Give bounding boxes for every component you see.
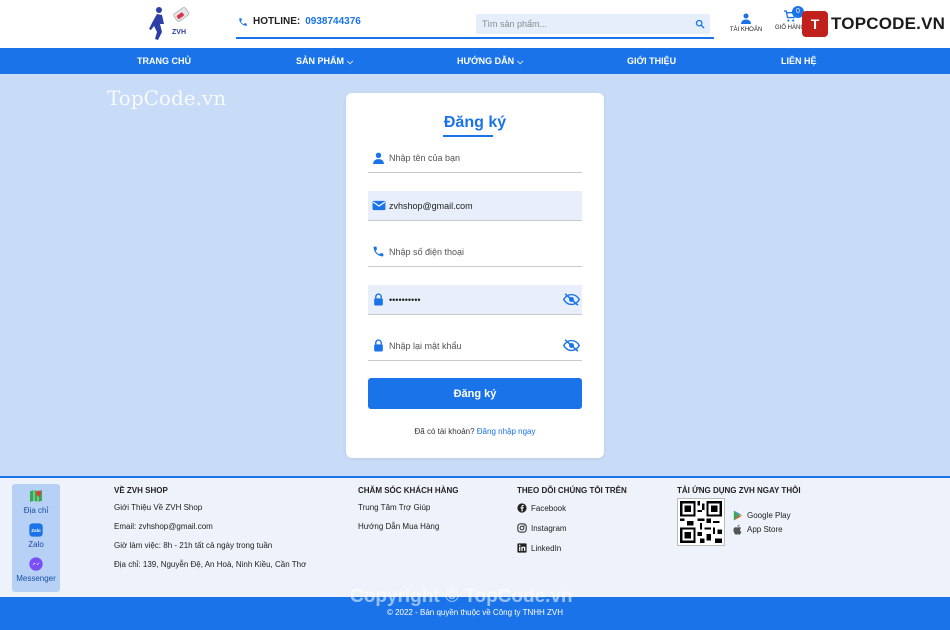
phone-field	[368, 237, 582, 267]
name-field	[368, 143, 582, 173]
login-prompt: Đã có tài khoản? Đăng nhập ngay	[346, 427, 604, 436]
password-field	[368, 285, 582, 315]
footer-email: Email: zvhshop@gmail.com	[114, 522, 213, 531]
footer-hours: Giờ làm việc: 8h - 21h tất cả ngày trong…	[114, 541, 273, 550]
logo-text: ZVH	[172, 29, 186, 36]
chevron-down-icon: ⌵	[347, 57, 354, 66]
map-icon	[30, 490, 42, 502]
user-icon	[741, 13, 751, 24]
confirm-password-input[interactable]	[389, 331, 560, 360]
phone-icon	[368, 237, 389, 267]
hotline-number[interactable]: 0938744376	[305, 16, 361, 27]
search-box	[476, 14, 710, 34]
footer-care-column: CHĂM SÓC KHÁCH HÀNG Trung Tâm Trợ Giúp H…	[358, 486, 458, 541]
chevron-down-icon: ⌵	[517, 57, 524, 66]
floating-contact-bar: Địa chỉ Zalo Zalo Messenger	[12, 484, 60, 592]
google-play-label: Google Play	[747, 511, 791, 520]
header: ZVH HOTLINE: 0938744376 TÀI KHOẢN 0 GIỎ …	[0, 0, 950, 48]
app-store-label: App Store	[747, 525, 783, 534]
nav-item-products[interactable]: SẢN PHẨM ⌵	[296, 48, 353, 74]
envelope-icon	[368, 191, 389, 221]
instagram-icon	[517, 523, 527, 533]
nav-item-guide[interactable]: HƯỚNG DẪN ⌵	[457, 48, 523, 74]
float-label: Messenger	[16, 574, 56, 583]
name-input[interactable]	[389, 143, 582, 172]
nav-item-label: SẢN PHẨM	[296, 56, 345, 66]
app-store-badge[interactable]: App Store	[733, 524, 783, 535]
phone-icon	[239, 17, 247, 26]
footer-address: Địa chỉ: 139, Nguyễn Đệ, An Hoà, Ninh Ki…	[114, 560, 307, 569]
footer-link-label: Instagram	[531, 523, 567, 533]
footer-follow-column: THEO DÕI CHÚNG TÔI TRÊN Facebook Instagr…	[517, 486, 627, 563]
footer-instagram-link[interactable]: Instagram	[517, 523, 627, 533]
email-field	[368, 191, 582, 221]
eye-slash-icon[interactable]	[560, 285, 582, 315]
google-play-badge[interactable]: Google Play	[733, 510, 791, 521]
footer-link-label: LinkedIn	[531, 543, 562, 553]
account-button[interactable]: TÀI KHOẢN	[726, 12, 766, 33]
hotline: HOTLINE: 0938744376	[238, 16, 361, 27]
confirm-password-field	[368, 331, 582, 361]
main-nav: TRANG CHỦ SẢN PHẨM ⌵ HƯỚNG DẪN ⌵ GIỚI THIỆ…	[0, 48, 950, 74]
copyright-text: © 2022 - Bản quyền thuộc về Công ty TNHH…	[386, 608, 564, 617]
watermark-top: TopCode.vn	[107, 86, 227, 110]
footer-link[interactable]: Hướng Dẫn Mua Hàng	[358, 522, 458, 531]
nav-item-contact[interactable]: LIÊN HỆ	[781, 48, 817, 74]
footer-heading: THEO DÕI CHÚNG TÔI TRÊN	[517, 486, 627, 495]
google-play-icon	[733, 510, 743, 521]
nav-item-label: HƯỚNG DẪN	[457, 56, 515, 66]
footer-linkedin-link[interactable]: LinkedIn	[517, 543, 627, 553]
login-link[interactable]: Đăng nhập ngay	[477, 427, 536, 436]
site-logo[interactable]: ZVH	[148, 4, 194, 44]
account-label: TÀI KHOẢN	[729, 27, 763, 33]
apple-icon	[733, 524, 742, 535]
footer-link[interactable]: Giới Thiệu Về ZVH Shop	[114, 503, 306, 512]
footer-facebook-link[interactable]: Facebook	[517, 503, 627, 513]
svg-text:Zalo: Zalo	[31, 528, 41, 533]
watermark-bottom: Copyright © TopCode.vn	[350, 586, 573, 607]
nav-item-label: GIỚI THIỆU	[627, 56, 677, 66]
have-account-text: Đã có tài khoản?	[414, 427, 475, 436]
nav-item-about[interactable]: GIỚI THIỆU	[627, 48, 676, 74]
float-label: Địa chỉ	[23, 506, 49, 515]
messenger-icon	[29, 557, 43, 571]
footer-about-column: VỀ ZVH SHOP Giới Thiệu Về ZVH Shop Email…	[114, 486, 306, 579]
nav-item-label: TRANG CHỦ	[137, 56, 191, 66]
register-title: Đăng ký	[443, 114, 507, 131]
zalo-icon: Zalo	[29, 523, 43, 537]
header-divider	[236, 37, 714, 39]
password-input[interactable]	[389, 285, 560, 314]
float-item-zalo[interactable]: Zalo Zalo	[12, 522, 60, 549]
lock-icon	[368, 285, 389, 315]
email-input[interactable]	[389, 191, 582, 220]
footer-heading: CHĂM SÓC KHÁCH HÀNG	[358, 486, 459, 495]
qr-code-image	[677, 498, 725, 546]
float-item-messenger[interactable]: Messenger	[12, 556, 60, 583]
footer-link-label: Facebook	[531, 503, 567, 513]
lock-icon	[368, 331, 389, 361]
hotline-label: HOTLINE:	[253, 16, 301, 27]
title-underline	[443, 135, 493, 137]
linkedin-icon	[517, 543, 527, 553]
nav-item-home[interactable]: TRANG CHỦ	[137, 48, 191, 74]
footer-heading: VỀ ZVH SHOP	[114, 486, 168, 495]
float-item-address[interactable]: Địa chỉ	[12, 488, 60, 515]
register-button[interactable]: Đăng ký	[368, 378, 582, 409]
eye-slash-icon[interactable]	[560, 331, 582, 361]
float-label: Zalo	[28, 540, 44, 549]
nav-item-label: LIÊN HỆ	[781, 56, 817, 66]
facebook-icon	[517, 503, 527, 513]
register-card: Đăng ký Đăng ký	[346, 93, 604, 458]
topcode-brand: T TOPCODE.VN	[802, 11, 945, 37]
phone-input[interactable]	[389, 237, 582, 266]
footer-heading: TẢI ỨNG DỤNG ZVH NGAY THÔI	[677, 486, 801, 495]
search-input[interactable]	[476, 14, 690, 34]
topcode-logo-icon: T	[802, 11, 828, 37]
footer-link[interactable]: Trung Tâm Trợ Giúp	[358, 503, 458, 512]
topcode-brand-text: TOPCODE.VN	[831, 14, 946, 33]
search-icon[interactable]	[690, 14, 710, 34]
user-icon	[368, 143, 389, 173]
